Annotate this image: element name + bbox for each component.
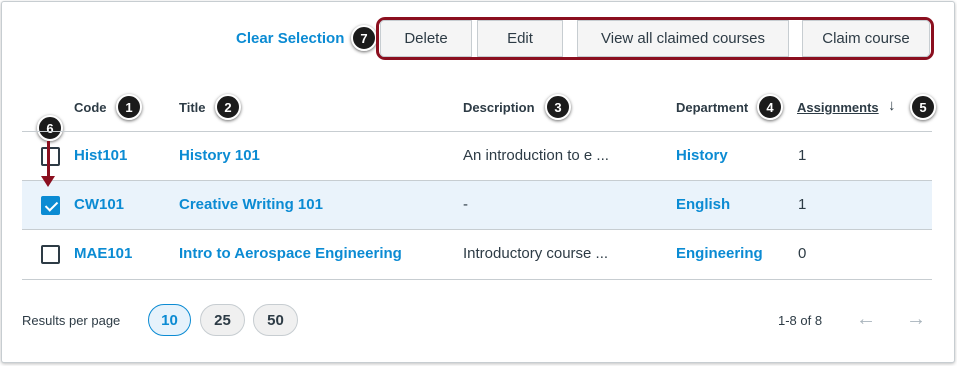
course-title-link[interactable]: History 101 [179, 147, 260, 164]
course-description: - [463, 196, 468, 213]
assignments-count: 1 [798, 196, 807, 213]
callout-4: 4 [757, 94, 783, 120]
callout-3: 3 [545, 94, 571, 120]
course-title-link[interactable]: Intro to Aerospace Engineering [179, 245, 402, 262]
column-header-assignments[interactable]: Assignments [797, 100, 879, 115]
course-code-link[interactable]: MAE101 [74, 245, 132, 262]
course-code-link[interactable]: CW101 [74, 196, 124, 213]
callout-5: 5 [910, 94, 936, 120]
arrow-down-icon[interactable]: ↓ [888, 97, 896, 114]
column-header-description[interactable]: Description [463, 100, 535, 115]
column-header-department[interactable]: Department [676, 100, 748, 115]
results-per-page-label: Results per page [22, 313, 121, 328]
view-claimed-courses-button[interactable]: View all claimed courses [577, 20, 789, 57]
department-link[interactable]: Engineering [676, 245, 763, 262]
department-link[interactable]: History [676, 147, 728, 164]
edit-button[interactable]: Edit [477, 20, 563, 57]
department-link[interactable]: English [676, 196, 730, 213]
callout-2: 2 [215, 94, 241, 120]
row-checkbox[interactable] [41, 147, 60, 166]
table-row: Hist101 History 101 An introduction to e… [22, 132, 932, 180]
results-range: 1-8 of 8 [778, 313, 823, 328]
course-code-link[interactable]: Hist101 [74, 147, 127, 164]
table-row: CW101 Creative Writing 101 - English 1 [22, 181, 932, 229]
course-title-link[interactable]: Creative Writing 101 [179, 196, 323, 213]
callout-arrow-head [41, 176, 55, 187]
page-size-10-button[interactable]: 10 [148, 304, 191, 336]
delete-button[interactable]: Delete [380, 20, 472, 57]
assignments-count: 1 [798, 147, 807, 164]
table-row: MAE101 Intro to Aerospace Engineering In… [22, 230, 932, 278]
assignments-count: 0 [798, 245, 807, 262]
course-description: Introductory course ... [463, 245, 609, 262]
callout-arrow-line [47, 141, 50, 179]
column-header-title[interactable]: Title [179, 100, 206, 115]
previous-page-icon[interactable]: ← [856, 308, 876, 331]
callout-7: 7 [351, 25, 377, 51]
callout-1: 1 [116, 94, 142, 120]
divider [22, 279, 932, 280]
course-description: An introduction to e ... [463, 147, 609, 164]
clear-selection-link[interactable]: Clear Selection [236, 30, 344, 47]
next-page-icon[interactable]: → [906, 308, 926, 331]
column-header-code[interactable]: Code [74, 100, 107, 115]
page-size-25-button[interactable]: 25 [200, 304, 245, 336]
claim-course-button[interactable]: Claim course [802, 20, 930, 57]
row-checkbox[interactable] [41, 196, 60, 215]
page-size-50-button[interactable]: 50 [253, 304, 298, 336]
row-checkbox[interactable] [41, 245, 60, 264]
